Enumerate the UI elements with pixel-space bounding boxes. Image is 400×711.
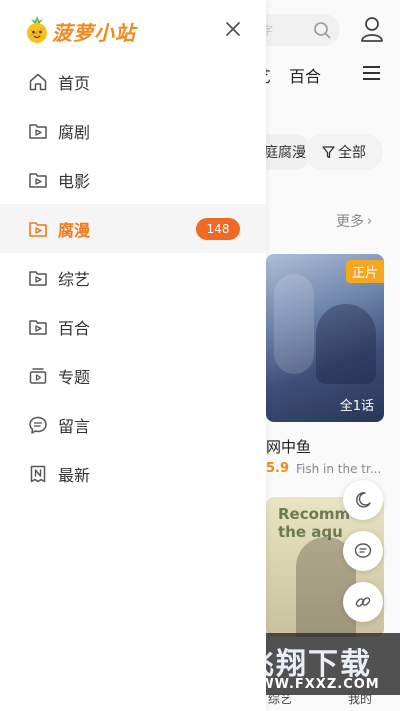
- play-folder-icon: [28, 317, 48, 337]
- new-icon: [28, 464, 48, 484]
- menu-item-latest[interactable]: 最新: [0, 449, 266, 498]
- menu-item-bl-drama[interactable]: 腐剧: [0, 106, 266, 155]
- play-folder-icon: [28, 121, 48, 141]
- close-icon: [226, 22, 240, 36]
- close-drawer-button[interactable]: [221, 17, 245, 41]
- menu-item-messages[interactable]: 留言: [0, 400, 266, 449]
- menu-item-yuri[interactable]: 百合: [0, 302, 266, 351]
- menu-item-variety[interactable]: 综艺: [0, 253, 266, 302]
- menu-label: 腐漫: [58, 220, 91, 240]
- play-folder-icon: [28, 268, 48, 288]
- drawer-header: 菠萝小站: [0, 0, 266, 58]
- menu-label: 首页: [58, 73, 91, 93]
- menu-label: 留言: [58, 416, 91, 436]
- drawer-scrim[interactable]: [266, 0, 400, 711]
- topic-icon: [28, 366, 48, 386]
- play-folder-icon: [28, 219, 48, 239]
- menu-item-bl-comics[interactable]: 腐漫 148: [0, 204, 266, 253]
- menu-item-movies[interactable]: 电影: [0, 155, 266, 204]
- menu-item-home[interactable]: 首页: [0, 57, 266, 106]
- home-icon: [28, 72, 48, 92]
- message-icon: [28, 415, 48, 435]
- play-folder-icon: [28, 170, 48, 190]
- menu-label: 最新: [58, 465, 91, 485]
- menu-label: 电影: [58, 171, 91, 191]
- menu-label: 百合: [58, 318, 91, 338]
- navigation-drawer: 菠萝小站 首页 腐剧 电影 腐漫 148 综艺 百合 专题 留言 最新: [0, 0, 266, 711]
- menu-label: 腐剧: [58, 122, 91, 142]
- menu-label: 综艺: [58, 269, 91, 289]
- menu-label: 专题: [58, 367, 91, 387]
- drawer-menu: 首页 腐剧 电影 腐漫 148 综艺 百合 专题 留言 最新: [0, 57, 266, 498]
- menu-item-topics[interactable]: 专题: [0, 351, 266, 400]
- count-badge: 148: [196, 218, 240, 240]
- pineapple-logo-icon: [27, 16, 47, 43]
- app-name: 菠萝小站: [52, 21, 136, 45]
